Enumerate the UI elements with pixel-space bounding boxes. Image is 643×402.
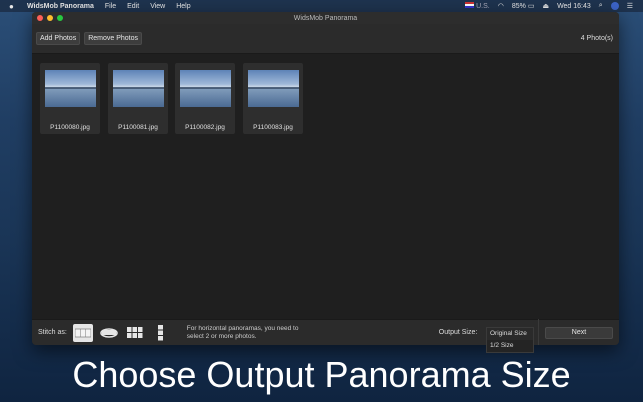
output-size-dropdown[interactable]: Original Size 1/2 Size [486,327,534,353]
menu-bar: ● WidsMob Panorama File Edit View Help U… [0,0,643,12]
photo-thumbnail[interactable]: P1100082.jpg [175,63,235,134]
menu-view[interactable]: View [150,3,165,10]
vertical-panorama-icon [157,324,163,340]
apple-icon[interactable]: ● [9,2,19,11]
next-button[interactable]: Next [545,326,613,339]
input-source[interactable]: U.S. [465,2,490,10]
photo-filename: P1100082.jpg [185,124,225,131]
app-window: WidsMob Panorama Add Photos Remove Photo… [32,12,619,345]
photo-grid: P1100080.jpg P1100081.jpg P1100082.jpg P… [32,54,619,319]
menu-help[interactable]: Help [176,3,190,10]
photo-count: 4 Photo(s) [580,35,613,42]
photo-thumbnail[interactable]: P1100083.jpg [243,63,303,134]
menu-list-icon[interactable]: ☰ [627,2,633,10]
clock[interactable]: Wed 16:43 [557,3,591,10]
stitch-horizontal-button[interactable] [72,323,93,342]
eject-icon[interactable]: ⏏ [542,2,549,10]
app-name-menu[interactable]: WidsMob Panorama [27,3,94,10]
output-size-label: Output Size: [438,329,478,336]
search-icon[interactable]: ⌕ [599,2,603,10]
photo-image [180,70,231,107]
toolbar: Add Photos Remove Photos 4 Photo(s) [32,24,619,54]
360-panorama-icon [99,327,118,338]
battery-status[interactable]: 85% ▭ [512,2,535,10]
menu-edit[interactable]: Edit [127,3,139,10]
bottom-divider [538,319,539,345]
horizontal-panorama-icon [74,328,91,337]
output-option-half[interactable]: 1/2 Size [487,340,533,352]
stitch-grid-button[interactable] [125,324,145,342]
status-area: U.S. ◠ 85% ▭ ⏏ Wed 16:43 ⌕ ☰ [465,2,643,10]
stitch-vertical-button[interactable] [151,324,171,342]
promo-caption: Choose Output Panorama Size [72,354,571,395]
wifi-icon[interactable]: ◠ [498,2,504,10]
title-bar: WidsMob Panorama [32,12,619,24]
photo-image [45,70,96,107]
add-photos-button[interactable]: Add Photos [36,32,81,45]
grid-panorama-icon [126,326,143,338]
window-title: WidsMob Panorama [293,14,358,22]
photo-filename: P1100081.jpg [118,124,158,131]
flag-icon [465,2,475,8]
menu-file[interactable]: File [105,3,116,10]
stitch-360-button[interactable] [99,324,119,342]
photo-thumbnail[interactable]: P1100081.jpg [108,63,168,134]
stitch-hint: For horizontal panoramas, you need to se… [186,324,299,340]
remove-photos-button[interactable]: Remove Photos [84,32,143,45]
output-option-original[interactable]: Original Size [487,328,533,340]
photo-filename: P1100080.jpg [50,124,90,131]
photo-thumbnail[interactable]: P1100080.jpg [40,63,100,134]
photo-image [248,70,299,107]
stitch-label: Stitch as: [38,329,67,336]
siri-icon[interactable] [610,2,619,10]
photo-filename: P1100083.jpg [253,124,293,131]
photo-image [113,70,164,107]
